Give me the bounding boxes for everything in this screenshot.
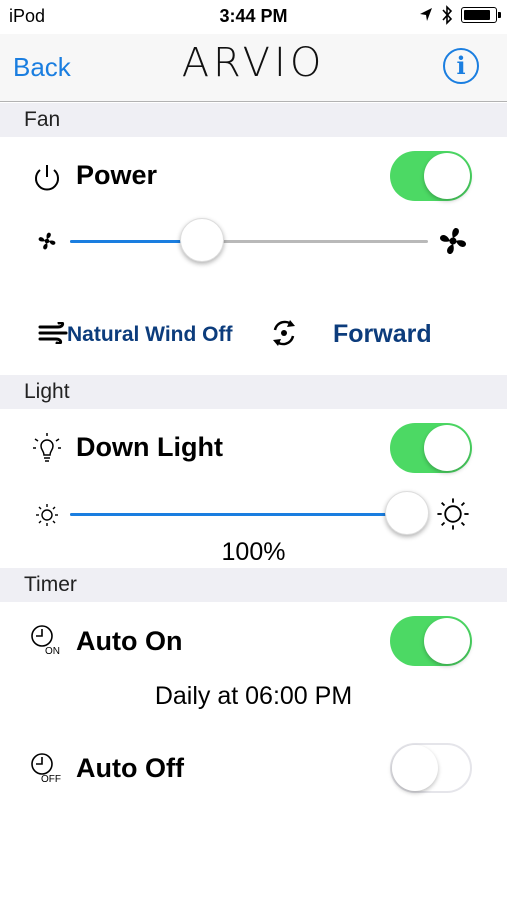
section-header-fan: Fan — [0, 103, 507, 137]
fan-power-switch[interactable] — [390, 151, 472, 201]
natural-wind-button[interactable]: Natural Wind Off — [67, 323, 232, 347]
direction-button[interactable]: Forward — [333, 320, 432, 349]
auto-on-schedule[interactable]: Daily at 06:00 PM — [0, 682, 507, 711]
bluetooth-icon — [442, 5, 453, 25]
switch-knob — [424, 618, 470, 664]
fan-large-icon — [439, 227, 467, 255]
fan-mode-row: Natural Wind Off Forward — [0, 310, 507, 360]
auto-off-row: OFF Auto Off — [0, 730, 507, 806]
auto-off-switch[interactable] — [390, 743, 472, 793]
clock-on-badge: ON — [45, 646, 60, 657]
auto-off-label: Auto Off — [76, 753, 184, 783]
clock-off-badge: OFF — [41, 774, 61, 785]
fan-speed-row — [0, 218, 507, 268]
battery-icon — [461, 7, 501, 23]
slider-thumb[interactable] — [384, 491, 429, 535]
section-header-light: Light — [0, 375, 507, 409]
switch-knob — [424, 425, 470, 471]
status-bar: iPod 3:44 PM — [0, 0, 507, 34]
brightness-row — [0, 491, 507, 538]
sun-large-icon — [437, 498, 469, 530]
auto-on-label: Auto On — [76, 626, 183, 656]
direction-icon — [273, 320, 295, 346]
info-button[interactable]: i — [443, 48, 479, 84]
slider-thumb[interactable] — [180, 218, 225, 262]
bulb-icon — [33, 433, 61, 462]
status-icons — [419, 5, 501, 25]
auto-on-row: ON Auto On — [0, 604, 507, 680]
natural-wind-icon — [38, 322, 68, 344]
switch-knob — [392, 745, 438, 791]
fan-power-label: Power — [76, 160, 158, 190]
section-header-timer: Timer — [0, 568, 507, 602]
app-logo: ARVIO — [181, 40, 326, 86]
power-icon — [35, 165, 59, 191]
nav-bar: Back ARVIO i — [0, 34, 507, 102]
downlight-switch[interactable] — [390, 423, 472, 473]
sun-small-icon — [36, 504, 58, 526]
fan-power-row: Power — [0, 140, 507, 216]
location-arrow-icon — [420, 8, 432, 21]
downlight-row: Down Light — [0, 412, 507, 488]
fan-small-icon — [38, 232, 56, 250]
downlight-label: Down Light — [76, 432, 223, 462]
clock-off-icon: OFF — [30, 752, 66, 788]
battery-level-fill — [464, 10, 490, 20]
brightness-slider[interactable] — [70, 491, 429, 535]
slider-fill — [70, 513, 407, 516]
fan-speed-slider[interactable] — [70, 218, 428, 262]
brightness-value: 100% — [221, 538, 286, 566]
switch-knob — [424, 153, 470, 199]
auto-on-switch[interactable] — [390, 616, 472, 666]
clock-on-icon: ON — [30, 624, 66, 660]
